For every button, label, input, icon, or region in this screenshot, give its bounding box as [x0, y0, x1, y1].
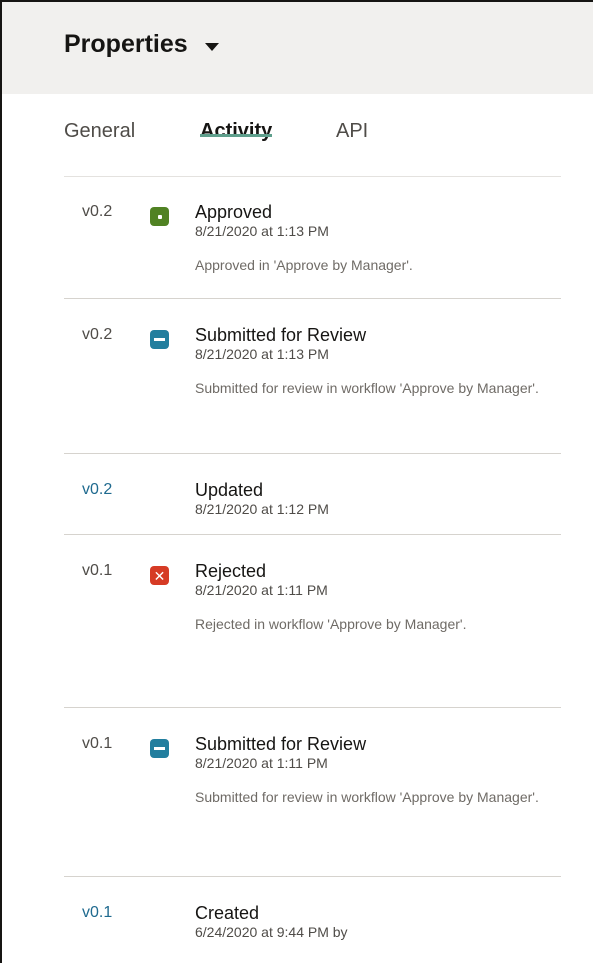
activity-description: Submitted for review in workflow 'Approv… — [195, 789, 539, 805]
version-label: v0.1 — [82, 562, 113, 579]
activity-description: Approved in 'Approve by Manager'. — [195, 257, 413, 273]
activity-description: Submitted for review in workflow 'Approv… — [195, 380, 539, 396]
list-item: v0.2 Submitted for Review 8/21/2020 at 1… — [64, 299, 561, 454]
activity-date: 8/21/2020 at 1:11 PM — [195, 582, 328, 598]
properties-dropdown[interactable]: Properties — [64, 30, 219, 59]
version-link[interactable]: v0.1 — [82, 904, 112, 922]
activity-date: 8/21/2020 at 1:12 PM — [195, 501, 329, 517]
activity-date: 8/21/2020 at 1:11 PM — [195, 755, 328, 771]
activity-title: Updated — [195, 480, 264, 500]
activity-date: 8/21/2020 at 1:13 PM — [195, 346, 329, 362]
tab-api[interactable]: API — [336, 120, 368, 157]
tab-activity-label: Activity — [200, 120, 273, 142]
activity-title: Approved — [195, 202, 273, 222]
tab-api-label: API — [336, 120, 369, 142]
version-label: v0.2 — [82, 203, 113, 220]
panel-header: Properties — [2, 2, 593, 94]
submitted-icon — [150, 739, 169, 758]
activity-list: v0.2 Approved 8/21/2020 at 1:13 PM Appro… — [64, 176, 561, 967]
activity-title: Created — [195, 903, 260, 923]
approved-icon — [150, 207, 169, 226]
version-link[interactable]: v0.2 — [82, 481, 112, 499]
activity-title: Submitted for Review — [195, 325, 367, 345]
list-item: v0.2 Approved 8/21/2020 at 1:13 PM Appro… — [64, 176, 561, 299]
list-item: v0.2 Updated 8/21/2020 at 1:12 PM — [64, 454, 561, 535]
tab-activity[interactable]: Activity — [200, 120, 273, 157]
list-item: v0.1 Submitted for Review 8/21/2020 at 1… — [64, 708, 561, 877]
active-tab-indicator — [200, 134, 273, 137]
rejected-icon: ✕ — [150, 566, 169, 585]
list-item: v0.1 Created 6/24/2020 at 9:44 PM by — [64, 877, 561, 967]
tab-general-label: General — [64, 120, 136, 142]
version-label: v0.1 — [82, 735, 113, 752]
panel-title: Properties — [64, 30, 188, 58]
caret-down-icon — [204, 42, 219, 51]
activity-title: Rejected — [195, 561, 267, 581]
version-label: v0.2 — [82, 326, 113, 343]
activity-description: Rejected in workflow 'Approve by Manager… — [195, 616, 467, 632]
tab-bar: General Activity API — [64, 120, 561, 177]
tab-general[interactable]: General — [64, 120, 135, 157]
activity-title: Submitted for Review — [195, 734, 367, 754]
activity-date: 8/21/2020 at 1:13 PM — [195, 223, 329, 239]
submitted-icon — [150, 330, 169, 349]
properties-panel: Properties General Activity API v0.2 App… — [0, 0, 593, 963]
list-item: v0.1 ✕ Rejected 8/21/2020 at 1:11 PM Rej… — [64, 535, 561, 708]
activity-date: 6/24/2020 at 9:44 PM by — [195, 924, 348, 940]
